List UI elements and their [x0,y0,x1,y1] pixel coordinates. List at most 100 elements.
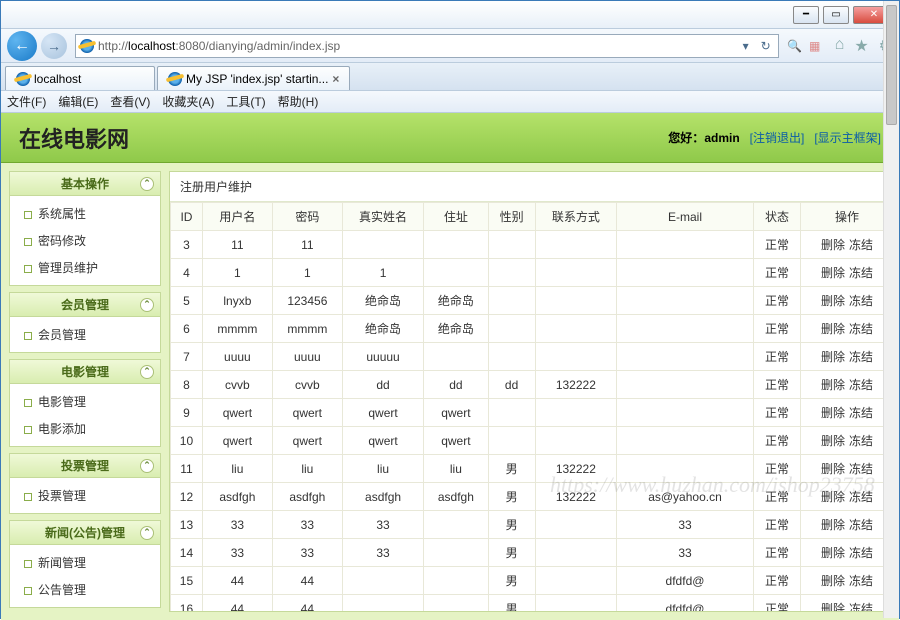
cell-name: 绝命岛 [342,287,423,315]
compat-icon[interactable]: ▦ [807,38,823,54]
delete-link[interactable]: 删除 [821,602,845,612]
column-header: E-mail [617,203,754,231]
tab-localhost[interactable]: localhost [5,66,155,90]
search-icon[interactable]: 🔍 [787,38,803,54]
dropdown-icon[interactable]: ▾ [738,38,754,54]
menu-edit[interactable]: 编辑(E) [58,93,98,110]
cell-pwd: qwert [272,427,342,455]
delete-link[interactable]: 删除 [821,294,845,308]
cell-sex: 男 [488,511,535,539]
home-icon[interactable]: ⌂ [835,36,845,56]
delete-link[interactable]: 删除 [821,350,845,364]
cell-addr [424,539,488,567]
cell-id: 5 [171,287,203,315]
menu-help[interactable]: 帮助(H) [278,93,319,110]
menu-tools[interactable]: 工具(T) [226,93,265,110]
back-button[interactable]: ← [7,31,37,61]
window-minimize-button[interactable]: ━ [793,6,819,24]
delete-link[interactable]: 删除 [821,518,845,532]
delete-link[interactable]: 删除 [821,546,845,560]
sidebar-item[interactable]: 会员管理 [10,321,160,348]
tab-label: localhost [34,72,81,86]
cell-actions: 删除冻结 [801,259,894,287]
panel-header[interactable]: 基本操作⌃ [10,172,160,196]
tab-jsp[interactable]: My JSP 'index.jsp' startin... × [157,66,350,90]
cell-stat: 正常 [753,483,800,511]
freeze-link[interactable]: 冻结 [849,518,873,532]
cell-addr [424,567,488,595]
cell-stat: 正常 [753,455,800,483]
freeze-link[interactable]: 冻结 [849,294,873,308]
scrollbar-thumb[interactable] [886,5,897,125]
menu-favorites[interactable]: 收藏夹(A) [162,93,214,110]
freeze-link[interactable]: 冻结 [849,434,873,448]
sidebar-item[interactable]: 公告管理 [10,576,160,603]
menu-file[interactable]: 文件(F) [7,93,46,110]
column-header: 住址 [424,203,488,231]
collapse-icon[interactable]: ⌃ [140,526,154,540]
cell-name [342,567,423,595]
sidebar-item[interactable]: 管理员维护 [10,254,160,281]
cell-pwd: liu [272,455,342,483]
collapse-icon[interactable]: ⌃ [140,298,154,312]
sidebar-item[interactable]: 电影添加 [10,415,160,442]
cell-tel: 132222 [535,483,616,511]
delete-link[interactable]: 删除 [821,574,845,588]
cell-tel [535,427,616,455]
sidebar-item[interactable]: 系统属性 [10,200,160,227]
cell-email [617,343,754,371]
delete-link[interactable]: 删除 [821,462,845,476]
refresh-icon[interactable]: ↻ [758,38,774,54]
cell-pwd: uuuu [272,343,342,371]
freeze-link[interactable]: 冻结 [849,462,873,476]
freeze-link[interactable]: 冻结 [849,602,873,612]
table-row: 11liuliuliuliu男132222正常删除冻结 [171,455,894,483]
close-icon[interactable]: × [332,72,339,86]
freeze-link[interactable]: 冻结 [849,238,873,252]
delete-link[interactable]: 删除 [821,322,845,336]
panel-header[interactable]: 新闻(公告)管理⌃ [10,521,160,545]
sidebar-item[interactable]: 密码修改 [10,227,160,254]
freeze-link[interactable]: 冻结 [849,546,873,560]
cell-id: 13 [171,511,203,539]
cell-name: qwert [342,427,423,455]
freeze-link[interactable]: 冻结 [849,490,873,504]
cell-tel [535,315,616,343]
panel-header[interactable]: 会员管理⌃ [10,293,160,317]
delete-link[interactable]: 删除 [821,266,845,280]
favorites-icon[interactable]: ★ [854,36,868,56]
delete-link[interactable]: 删除 [821,490,845,504]
forward-button[interactable]: → [41,33,67,59]
panel-header[interactable]: 投票管理⌃ [10,454,160,478]
freeze-link[interactable]: 冻结 [849,322,873,336]
freeze-link[interactable]: 冻结 [849,350,873,364]
ie-icon [16,72,30,86]
cell-id: 16 [171,595,203,613]
tab-strip: localhost My JSP 'index.jsp' startin... … [1,63,899,91]
menu-view[interactable]: 查看(V) [110,93,150,110]
showframe-link[interactable]: [显示主框架] [814,129,881,146]
collapse-icon[interactable]: ⌃ [140,177,154,191]
window-maximize-button[interactable]: ▭ [823,6,849,24]
freeze-link[interactable]: 冻结 [849,378,873,392]
address-bar[interactable]: http://localhost:8080/dianying/admin/ind… [75,34,779,58]
freeze-link[interactable]: 冻结 [849,574,873,588]
cell-email: dfdfd@ [617,595,754,613]
sidebar-item[interactable]: 新闻管理 [10,549,160,576]
delete-link[interactable]: 删除 [821,238,845,252]
cell-name [342,595,423,613]
delete-link[interactable]: 删除 [821,406,845,420]
vertical-scrollbar[interactable] [883,1,899,618]
delete-link[interactable]: 删除 [821,434,845,448]
delete-link[interactable]: 删除 [821,378,845,392]
cell-id: 14 [171,539,203,567]
sidebar-item[interactable]: 投票管理 [10,482,160,509]
logout-link[interactable]: [注销退出] [750,129,805,146]
sidebar-item[interactable]: 电影管理 [10,388,160,415]
panel-header[interactable]: 电影管理⌃ [10,360,160,384]
ie-icon [80,39,94,53]
collapse-icon[interactable]: ⌃ [140,459,154,473]
freeze-link[interactable]: 冻结 [849,406,873,420]
collapse-icon[interactable]: ⌃ [140,365,154,379]
freeze-link[interactable]: 冻结 [849,266,873,280]
